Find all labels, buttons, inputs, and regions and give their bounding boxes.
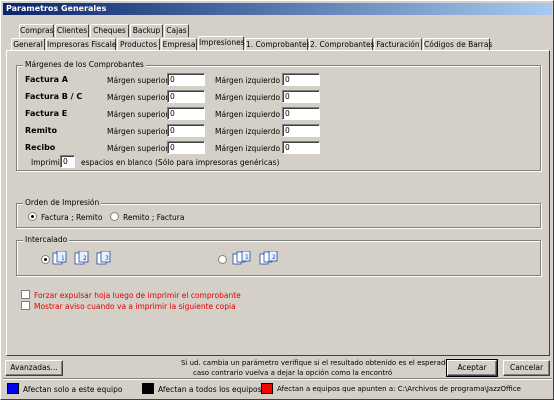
- legend-red-label: Afectan a equipos que apunten a: C:\Arch…: [277, 385, 521, 393]
- factura-a-top-input[interactable]: 0: [167, 73, 205, 86]
- factura-bc-left-label: Márgen izquierdo: [215, 93, 281, 102]
- order-group-title: Orden de Impresión: [23, 198, 102, 207]
- tab-clientes[interactable]: Clientes: [55, 24, 89, 37]
- legend-black-swatch: [142, 383, 154, 394]
- margins-group-title: Márgenes de los Comprobantes: [23, 60, 146, 69]
- factura-a-left-label: Márgen izquierdo: [215, 76, 281, 85]
- svg-text:1: 1: [61, 255, 65, 262]
- blank-spaces-input[interactable]: 0: [60, 155, 75, 168]
- tab-backup[interactable]: Backup: [130, 24, 163, 37]
- factura-e-top-label: Márgen superior: [107, 110, 169, 119]
- remito-label: Remito: [25, 126, 57, 135]
- tab-impresiones[interactable]: Impresiones: [198, 36, 245, 50]
- recibo-top-input[interactable]: 0: [167, 141, 205, 154]
- order-factura-remito-label[interactable]: Factura ; Remito: [41, 213, 102, 222]
- grouped-pages-icon: 1: [232, 251, 251, 265]
- svg-text:2: 2: [83, 255, 87, 262]
- interleave-option2-radio[interactable]: [218, 255, 227, 264]
- copies-pages-icon: 1: [52, 251, 67, 265]
- tab-cajas[interactable]: Cajas: [164, 24, 189, 37]
- copies-pages-icon: 2: [74, 251, 89, 265]
- advanced-button[interactable]: Avanzadas...: [5, 360, 63, 376]
- recibo-left-label: Márgen izquierdo: [215, 144, 281, 153]
- order-remito-factura-label[interactable]: Remito ; Factura: [123, 213, 184, 222]
- interleave-option1-radio[interactable]: [41, 255, 50, 264]
- legend-blue-swatch: [7, 383, 19, 394]
- force-eject-checkbox[interactable]: [21, 290, 30, 299]
- order-factura-remito-radio[interactable]: [28, 212, 37, 221]
- order-remito-factura-radio[interactable]: [110, 212, 119, 221]
- recibo-left-input[interactable]: 0: [282, 141, 320, 154]
- cancel-button[interactable]: Cancelar: [503, 360, 550, 376]
- footer-note-line2: caso contrario vuelva a dejar la opción …: [193, 369, 393, 377]
- show-warning-checkbox[interactable]: [21, 301, 30, 310]
- factura-bc-left-input[interactable]: 0: [282, 90, 320, 103]
- svg-text:1: 1: [245, 254, 249, 261]
- impresiones-panel: Márgenes de los Comprobantes Factura A M…: [6, 50, 550, 356]
- remito-top-input[interactable]: 0: [167, 124, 205, 137]
- factura-e-left-input[interactable]: 0: [282, 107, 320, 120]
- recibo-label: Recibo: [25, 143, 56, 152]
- factura-e-top-input[interactable]: 0: [167, 107, 205, 120]
- svg-text:3: 3: [105, 255, 109, 262]
- footer-note-line1: Si ud. cambia un parámetro verifique si …: [181, 359, 452, 367]
- interleave-group-title: Intercalado: [23, 235, 70, 244]
- parametros-window: Parametros Generales Compras Clientes Ch…: [0, 0, 554, 400]
- factura-a-left-input[interactable]: 0: [282, 73, 320, 86]
- factura-bc-label: Factura B / C: [25, 92, 83, 101]
- svg-text:2: 2: [272, 254, 276, 261]
- factura-e-left-label: Márgen izquierdo: [215, 110, 281, 119]
- factura-bc-top-label: Márgen superior: [107, 93, 169, 102]
- show-warning-label[interactable]: Mostrar aviso cuando va a imprimir la si…: [34, 302, 236, 311]
- remito-top-label: Márgen superior: [107, 127, 169, 136]
- recibo-top-label: Márgen superior: [107, 144, 169, 153]
- remito-left-label: Márgen izquierdo: [215, 127, 281, 136]
- legend-red-swatch: [261, 383, 273, 394]
- print-suffix-label: espacios en blanco (Sólo para impresoras…: [81, 158, 280, 167]
- legend-blue-label: Afectan solo a este equipo: [23, 385, 123, 394]
- factura-bc-top-input[interactable]: 0: [167, 90, 205, 103]
- tab-compras[interactable]: Compras: [19, 24, 54, 37]
- footer-separator: [3, 378, 552, 380]
- copies-pages-icon: 3: [96, 251, 111, 265]
- tab-cheques[interactable]: Cheques: [90, 24, 129, 37]
- factura-e-label: Factura E: [25, 109, 68, 118]
- legend-black-label: Afectan a todos los equipos: [158, 385, 262, 394]
- print-prefix-label: Imprimir: [31, 158, 63, 167]
- factura-a-top-label: Márgen superior: [107, 76, 169, 85]
- accept-button[interactable]: Aceptar: [446, 359, 498, 377]
- window-title: Parametros Generales: [3, 3, 552, 15]
- grouped-pages-icon: 2: [259, 251, 278, 265]
- factura-a-label: Factura A: [25, 75, 68, 84]
- remito-left-input[interactable]: 0: [282, 124, 320, 137]
- force-eject-label[interactable]: Forzar expulsar hoja luego de imprimir e…: [34, 291, 241, 300]
